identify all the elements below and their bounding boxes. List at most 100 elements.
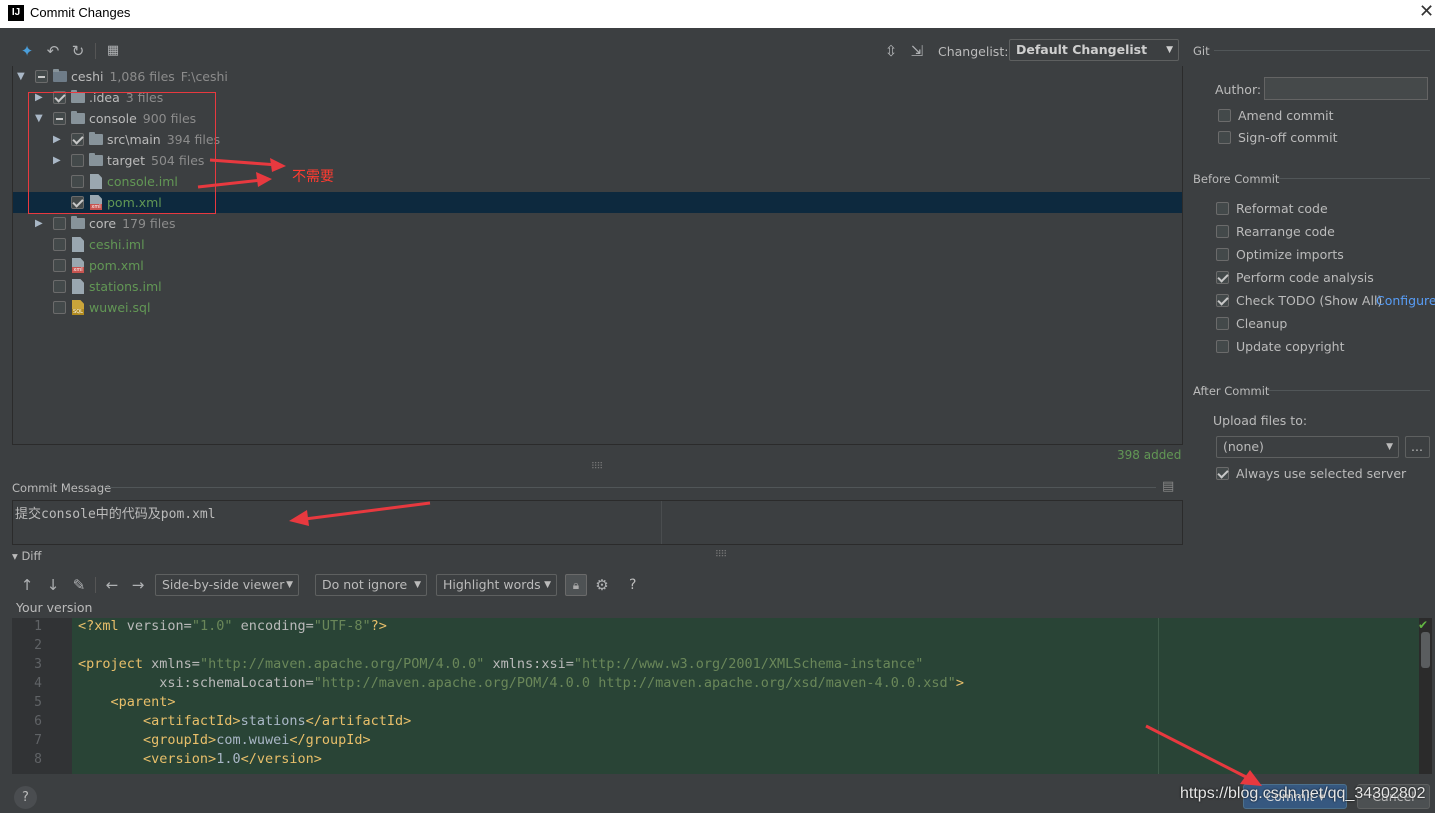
- line-number: 7: [34, 733, 42, 748]
- after-commit-title: After Commit: [1193, 384, 1270, 398]
- root-path: F:\ceshi: [180, 69, 228, 84]
- checkbox[interactable]: [1216, 248, 1229, 261]
- close-icon[interactable]: ✕: [1419, 1, 1434, 22]
- upload-files-label: Upload files to:: [1213, 413, 1308, 428]
- chevron-down-icon: ▼: [544, 580, 551, 590]
- checkbox[interactable]: [1216, 271, 1229, 284]
- module-icon: [53, 69, 67, 82]
- annotation-arrow-message: [289, 501, 431, 526]
- tree-row-wuwei-sql[interactable]: SQL wuwei.sql: [13, 297, 1182, 318]
- checkbox[interactable]: [35, 70, 48, 83]
- collapse-all-icon[interactable]: ⇲: [908, 42, 926, 60]
- option-label: Sign-off commit: [1238, 130, 1338, 145]
- toolbar-separator: [95, 43, 96, 59]
- divider: [1268, 390, 1430, 391]
- sql-file-icon: SQL: [72, 300, 84, 315]
- configure-link[interactable]: Configure: [1376, 291, 1435, 311]
- previous-file-icon[interactable]: ←: [103, 576, 121, 594]
- author-input[interactable]: [1264, 77, 1428, 100]
- code-line: xsi:schemaLocation="http://maven.apache.…: [159, 675, 964, 691]
- arrow-line: [197, 178, 263, 189]
- tree-row-core[interactable]: ▶ core 179 files: [13, 213, 1182, 234]
- tree-row-ceshi-iml[interactable]: ceshi.iml: [13, 234, 1182, 255]
- expand-arrow-icon[interactable]: ▶: [35, 213, 43, 234]
- tree-item-label: ceshi.iml: [89, 237, 145, 252]
- code-line: <artifactId>stations</artifactId>: [143, 713, 412, 729]
- edit-source-icon[interactable]: ✎: [70, 576, 88, 594]
- option-label: Reformat code: [1236, 201, 1328, 216]
- message-history-icon[interactable]: ▤: [1162, 479, 1174, 494]
- checkbox[interactable]: [1216, 467, 1229, 480]
- tree-item-label: core 179 files: [89, 213, 175, 234]
- next-difference-icon[interactable]: ↓: [44, 576, 62, 594]
- help-button[interactable]: ?: [14, 786, 37, 809]
- rollback-icon[interactable]: ↶: [44, 42, 62, 60]
- code-line: <project xmlns="http://maven.apache.org/…: [78, 656, 924, 672]
- diff-section-header[interactable]: ▾ Diff: [12, 549, 41, 563]
- checkbox[interactable]: [53, 238, 66, 251]
- chevron-down-icon: ▼: [414, 580, 421, 590]
- option-label: Cleanup: [1236, 316, 1288, 331]
- checkbox[interactable]: [1218, 131, 1231, 144]
- chevron-down-icon: ▼: [1166, 45, 1173, 55]
- arrow-line: [209, 158, 279, 167]
- author-label: Author:: [1215, 82, 1262, 97]
- ignore-whitespace-dropdown[interactable]: Do not ignore ▼: [315, 574, 427, 596]
- refresh-icon[interactable]: ↻: [69, 42, 87, 60]
- checkbox[interactable]: [53, 280, 66, 293]
- line-number: 2: [34, 638, 42, 653]
- line-number: 8: [34, 752, 42, 767]
- item-name: core: [89, 216, 117, 231]
- highlight-mode-dropdown[interactable]: Highlight words ▼: [436, 574, 557, 596]
- arrow-head: [270, 158, 286, 172]
- checkbox[interactable]: [1216, 340, 1229, 353]
- gear-icon[interactable]: ⚙: [593, 576, 611, 594]
- tree-item-label: wuwei.sql: [89, 300, 151, 315]
- commit-message-input[interactable]: 提交console中的代码及pom.xml: [12, 500, 1183, 545]
- upload-server-value: (none): [1223, 439, 1264, 454]
- tree-row-root[interactable]: ▼ ceshi 1,086 files F:\ceshi: [13, 66, 1182, 87]
- scrollbar-thumb[interactable]: [1421, 632, 1430, 668]
- annotation-note: 不需要: [292, 169, 334, 185]
- upload-server-dropdown[interactable]: (none) ▼: [1216, 436, 1399, 458]
- intellij-logo-icon: IJ: [8, 5, 24, 21]
- splitter-handle[interactable]: ⠿⠿: [715, 550, 727, 560]
- help-icon[interactable]: ?: [629, 577, 636, 593]
- checkbox[interactable]: [1218, 109, 1231, 122]
- checkbox[interactable]: [53, 301, 66, 314]
- arrow-line: [304, 501, 431, 521]
- annotation-box: [28, 92, 216, 214]
- tree-row-root-pom[interactable]: xml pom.xml: [13, 255, 1182, 276]
- changelist-dropdown[interactable]: Default Changelist ▼: [1009, 39, 1179, 61]
- highlight-value: Highlight words: [443, 577, 541, 592]
- line-number: 6: [34, 714, 42, 729]
- previous-difference-icon[interactable]: ↑: [18, 576, 36, 594]
- code-line: <?xml version="1.0" encoding="UTF-8"?>: [78, 618, 387, 634]
- option-label: Amend commit: [1238, 108, 1334, 123]
- title-bar: IJ Commit Changes ✕: [0, 0, 1435, 28]
- option-label: Optimize imports: [1236, 247, 1344, 262]
- checkbox[interactable]: [53, 259, 66, 272]
- lock-icon[interactable]: 🔒︎: [565, 574, 587, 596]
- checkbox[interactable]: [53, 217, 66, 230]
- checkbox[interactable]: [1216, 225, 1229, 238]
- next-file-icon[interactable]: →: [129, 576, 147, 594]
- tree-row-stations-iml[interactable]: stations.iml: [13, 276, 1182, 297]
- option-label: Rearrange code: [1236, 224, 1335, 239]
- browse-servers-button[interactable]: ...: [1405, 436, 1430, 458]
- expand-all-icon[interactable]: ⇳: [882, 42, 900, 60]
- expand-arrow-icon[interactable]: ▼: [17, 66, 25, 87]
- splitter-handle[interactable]: ⠿⠿: [591, 462, 603, 472]
- checkbox[interactable]: [1216, 202, 1229, 215]
- group-by-icon[interactable]: ▦: [104, 42, 122, 60]
- chevron-down-icon: ▼: [1386, 442, 1393, 452]
- tree-item-label: ceshi 1,086 files F:\ceshi: [71, 66, 228, 87]
- viewer-mode-dropdown[interactable]: Side-by-side viewer ▼: [155, 574, 299, 596]
- annotation-arrows: [197, 158, 286, 189]
- diff-icon[interactable]: ✦: [18, 42, 36, 60]
- no-problems-check-icon: ✔: [1418, 618, 1429, 632]
- checkbox[interactable]: [1216, 317, 1229, 330]
- arrow-head: [256, 172, 272, 187]
- checkbox[interactable]: [1216, 294, 1229, 307]
- annotation-arrow-commit: [1145, 724, 1262, 786]
